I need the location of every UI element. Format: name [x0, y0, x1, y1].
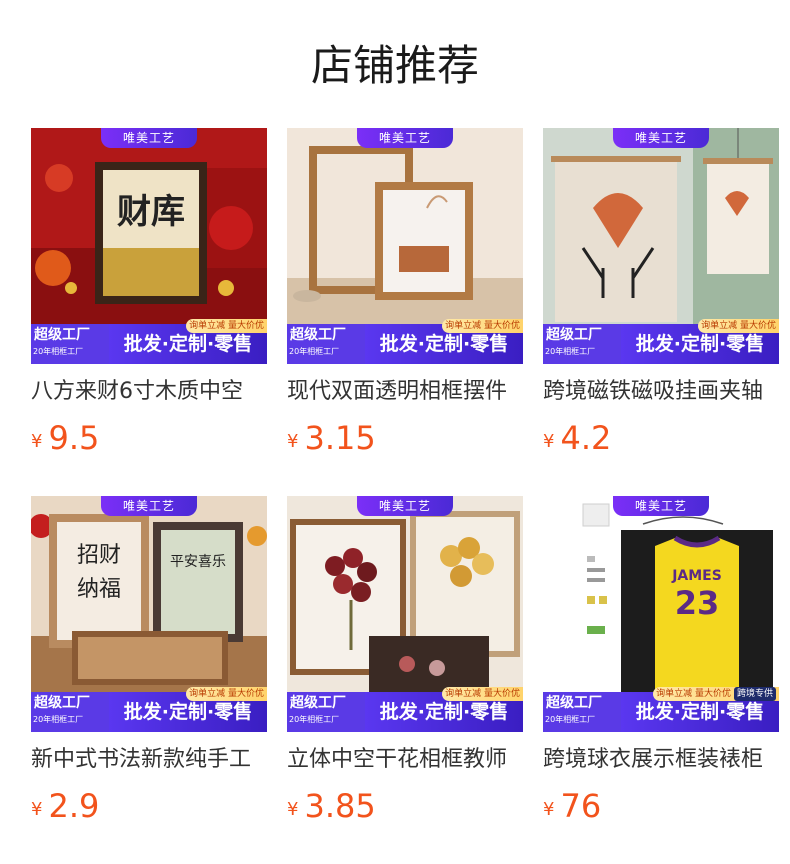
craft-tag: 唯美工艺: [357, 496, 453, 516]
section-title: 店铺推荐: [310, 41, 479, 90]
factory-title: 超级工厂: [290, 327, 346, 343]
craft-tag: 唯美工艺: [101, 496, 197, 516]
factory-title: 超级工厂: [290, 695, 346, 711]
craft-tag: 唯美工艺: [357, 128, 453, 148]
factory-badge: 超级工厂 20年相框工厂: [543, 692, 621, 732]
promo-badge: 询单立减 量大价优: [186, 319, 267, 333]
price-value: 76: [560, 787, 602, 825]
product-price: ¥2.9: [31, 786, 99, 826]
promo-badge: 询单立减 量大价优 跨境专供: [653, 687, 779, 701]
product-image[interactable]: 唯美工艺 询单立减 量大价优 超级工厂 20年相框工厂 批发·定制·零售: [543, 128, 779, 364]
product-price: ¥3.15: [287, 418, 376, 458]
promo-badge: 询单立减 量大价优: [442, 319, 523, 333]
price-value: 3.15: [304, 419, 376, 457]
factory-title: 超级工厂: [546, 327, 602, 343]
price-value: 4.2: [560, 419, 612, 457]
product-price: ¥76: [543, 786, 601, 826]
currency-symbol: ¥: [543, 431, 555, 452]
currency-symbol: ¥: [287, 799, 299, 820]
product-price: ¥9.5: [31, 418, 99, 458]
price-value: 3.85: [304, 787, 376, 825]
promo-text: 询单立减 量大价优: [445, 689, 520, 699]
magnetic-hanger-photo: [543, 128, 779, 324]
currency-symbol: ¥: [31, 799, 43, 820]
product-price: ¥4.2: [543, 418, 611, 458]
craft-tag: 唯美工艺: [613, 496, 709, 516]
factory-badge: 超级工厂 20年相框工厂: [287, 692, 365, 732]
promo-badge: 询单立减 量大价优: [186, 687, 267, 701]
factory-subtitle: 20年相框工厂: [545, 715, 596, 724]
currency-symbol: ¥: [31, 431, 43, 452]
currency-symbol: ¥: [287, 431, 299, 452]
craft-tag: 唯美工艺: [101, 128, 197, 148]
product-name[interactable]: 新中式书法新款纯手工: [31, 744, 267, 776]
factory-subtitle: 20年相框工厂: [545, 347, 596, 356]
factory-badge: 超级工厂 20年相框工厂: [31, 692, 109, 732]
product-image[interactable]: 招财 纳福 平安喜乐 唯美工艺 询单立减 量大价优 超级工厂 20年相框工厂 批…: [31, 496, 267, 732]
product-card[interactable]: JAMES 23 唯美工艺 询单立减 量大价优 跨境专供 超级工厂 20年相框工厂…: [543, 496, 779, 846]
double-frame-photo: [287, 128, 523, 324]
factory-subtitle: 20年相框工厂: [289, 347, 340, 356]
factory-subtitle: 20年相框工厂: [33, 347, 84, 356]
promo-text: 询单立减 量大价优: [189, 321, 264, 331]
product-name[interactable]: 跨境球衣展示框装裱柜: [543, 744, 779, 776]
product-card[interactable]: 财库 唯美工艺 询单立减 量大价优 超级工厂 20年相框工厂 批发·定制·零售: [31, 128, 267, 478]
craft-tag: 唯美工艺: [613, 128, 709, 148]
promo-badge: 询单立减 量大价优: [698, 319, 779, 333]
svg-text:平安喜乐: 平安喜乐: [170, 554, 226, 570]
product-grid: 财库 唯美工艺 询单立减 量大价优 超级工厂 20年相框工厂 批发·定制·零售: [31, 128, 781, 846]
product-image[interactable]: 唯美工艺 询单立减 量大价优 超级工厂 20年相框工厂 批发·定制·零售: [287, 496, 523, 732]
promo-text: 询单立减 量大价优: [656, 689, 731, 699]
product-name[interactable]: 现代双面透明相框摆件: [287, 376, 523, 408]
price-value: 2.9: [48, 787, 100, 825]
factory-title: 超级工厂: [34, 327, 90, 343]
product-card[interactable]: 唯美工艺 询单立减 量大价优 超级工厂 20年相框工厂 批发·定制·零售 跨境磁…: [543, 128, 779, 478]
price-value: 9.5: [48, 419, 100, 457]
svg-text:23: 23: [675, 584, 720, 622]
factory-title: 超级工厂: [34, 695, 90, 711]
factory-subtitle: 20年相框工厂: [289, 715, 340, 724]
dried-flower-frame-photo: [287, 496, 523, 692]
factory-subtitle: 20年相框工厂: [33, 715, 84, 724]
factory-title: 超级工厂: [546, 695, 602, 711]
svg-text:财库: 财库: [117, 192, 185, 232]
promo-text: 询单立减 量大价优: [189, 689, 264, 699]
promo-badge: 询单立减 量大价优: [442, 687, 523, 701]
jersey-frame-photo: JAMES 23: [543, 496, 779, 692]
svg-text:招财: 招财: [77, 543, 121, 568]
promo-text: 询单立减 量大价优: [445, 321, 520, 331]
currency-symbol: ¥: [543, 799, 555, 820]
product-image[interactable]: 唯美工艺 询单立减 量大价优 超级工厂 20年相框工厂 批发·定制·零售: [287, 128, 523, 364]
product-card[interactable]: 唯美工艺 询单立减 量大价优 超级工厂 20年相框工厂 批发·定制·零售 现代双…: [287, 128, 523, 478]
promo-text: 询单立减 量大价优: [701, 321, 776, 331]
store-recommend-page: 店铺推荐 财库 唯美工艺 询单立减 量大价优 超级工厂 20年相框工厂 批发·定…: [0, 0, 790, 864]
product-name[interactable]: 八方来财6寸木质中空: [31, 376, 267, 408]
product-image[interactable]: JAMES 23 唯美工艺 询单立减 量大价优 跨境专供 超级工厂 20年相框工厂…: [543, 496, 779, 732]
product-price: ¥3.85: [287, 786, 376, 826]
lucky-frame-photo: 财库: [31, 128, 267, 324]
factory-badge: 超级工厂 20年相框工厂: [287, 324, 365, 364]
product-card[interactable]: 唯美工艺 询单立减 量大价优 超级工厂 20年相框工厂 批发·定制·零售 立体中…: [287, 496, 523, 846]
factory-badge: 超级工厂 20年相框工厂: [31, 324, 109, 364]
cross-border-tag: 跨境专供: [733, 687, 776, 701]
product-name[interactable]: 立体中空干花相框教师: [287, 744, 523, 776]
product-name[interactable]: 跨境磁铁磁吸挂画夹轴: [543, 376, 779, 408]
svg-text:纳福: 纳福: [77, 577, 121, 602]
calligraphy-frame-photo: 招财 纳福 平安喜乐: [31, 496, 267, 692]
product-card[interactable]: 招财 纳福 平安喜乐 唯美工艺 询单立减 量大价优 超级工厂 20年相框工厂 批…: [31, 496, 267, 846]
product-image[interactable]: 财库 唯美工艺 询单立减 量大价优 超级工厂 20年相框工厂 批发·定制·零售: [31, 128, 267, 364]
svg-text:JAMES: JAMES: [671, 568, 722, 584]
factory-badge: 超级工厂 20年相框工厂: [543, 324, 621, 364]
